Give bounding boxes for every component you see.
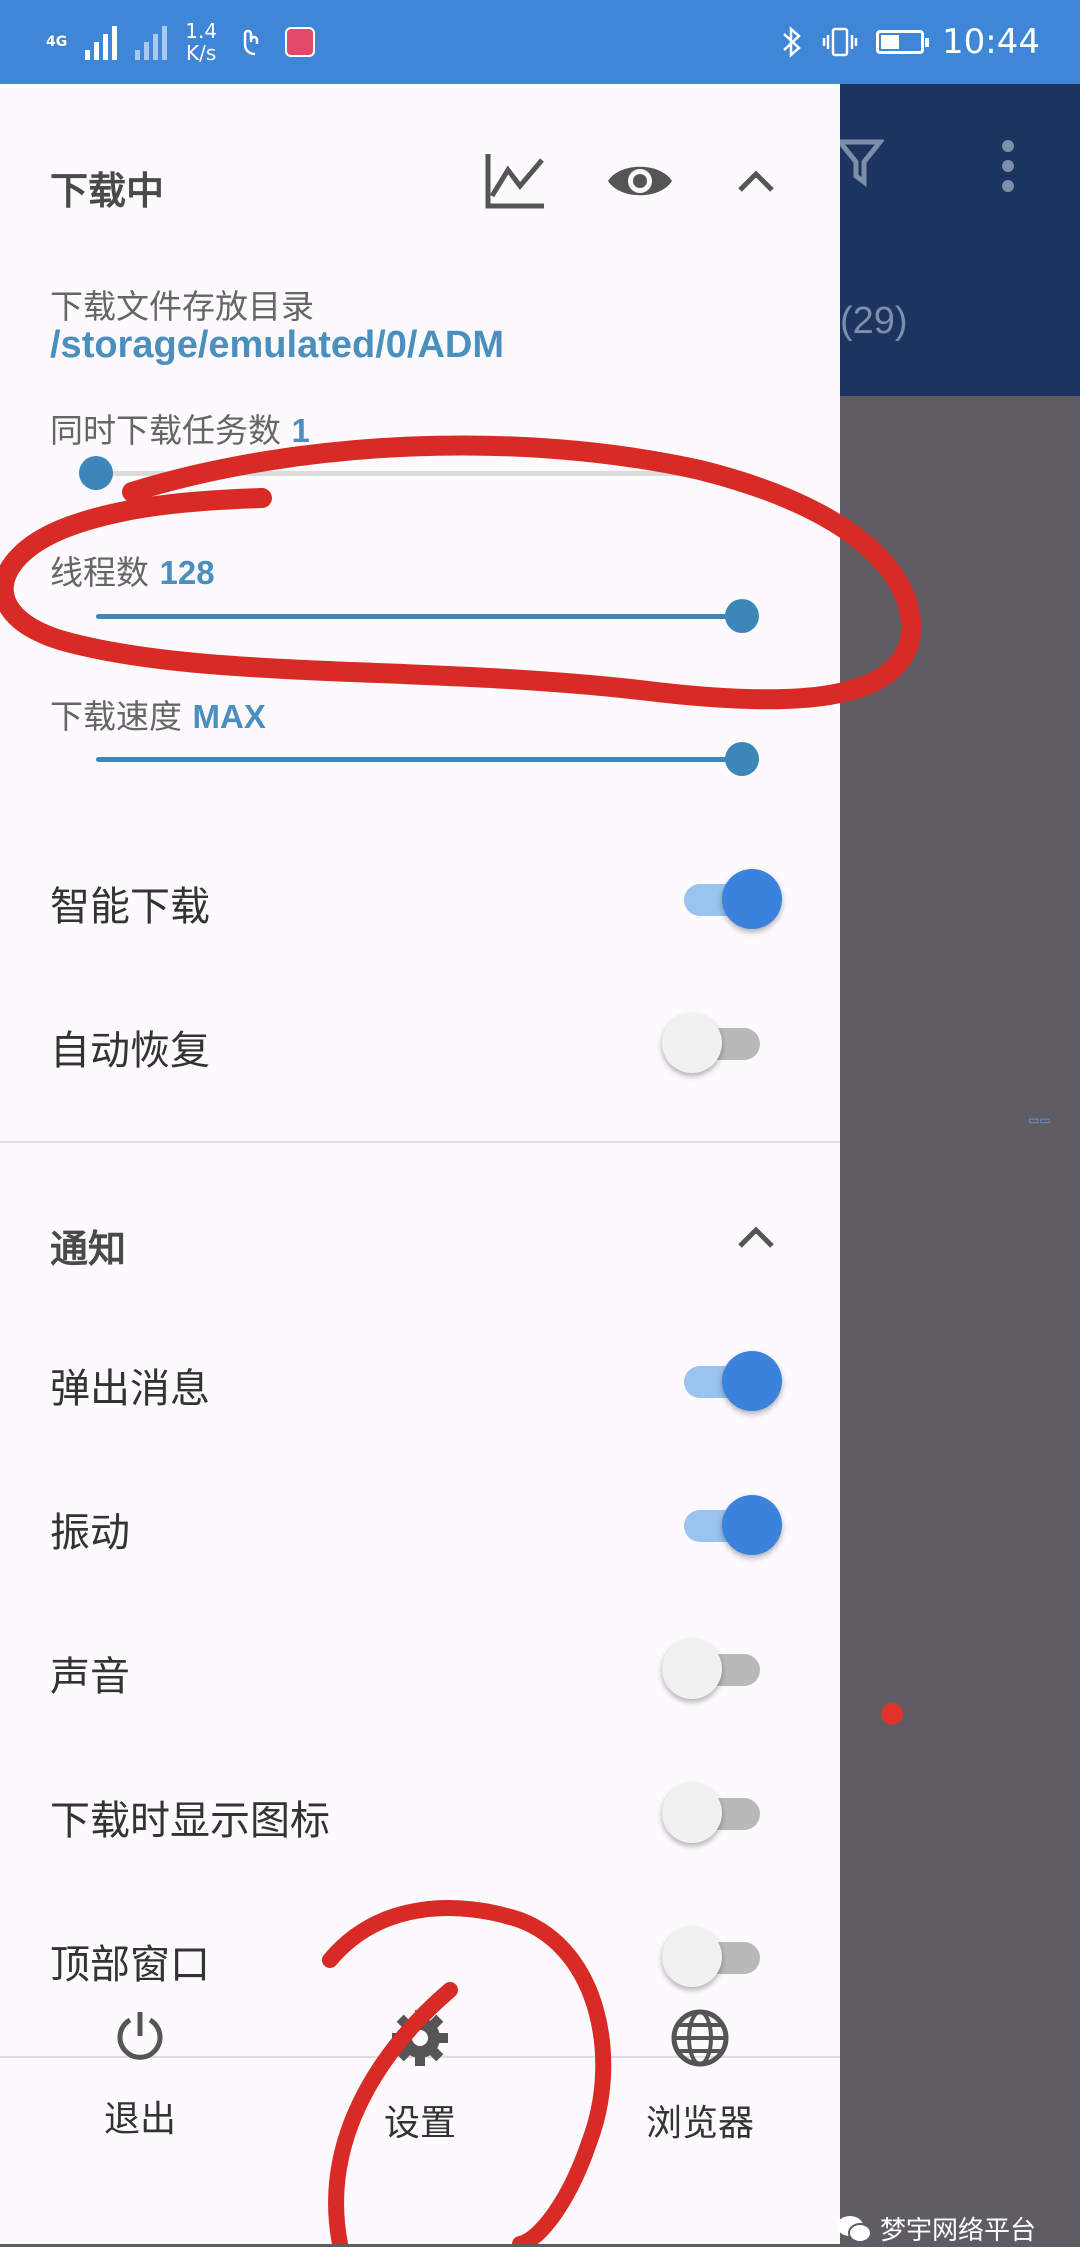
browser-label: 浏览器 bbox=[645, 2103, 754, 2144]
net-speed-unit: K/s bbox=[186, 41, 217, 65]
bottom-nav: 退出 设置 浏览器 bbox=[0, 1974, 840, 2244]
chevron-up-icon[interactable] bbox=[736, 1224, 776, 1250]
chart-icon[interactable] bbox=[484, 150, 548, 210]
watermark-text: 梦宇网络平台 bbox=[880, 2216, 1037, 2246]
red-dot-indicator bbox=[881, 1703, 903, 1725]
concurrent-tasks-label: 同时下载任务数 1 bbox=[50, 404, 310, 452]
settings-drawer: 下载中 下载文件存放目录 /storage/emulated/0/ADM 同时下… bbox=[0, 84, 840, 2244]
exit-button[interactable]: 退出 bbox=[40, 2008, 240, 2142]
slider-thumb[interactable] bbox=[725, 599, 759, 633]
status-right-group: 10:44 bbox=[780, 14, 1040, 70]
show-icon-toggle[interactable] bbox=[662, 1782, 760, 1846]
section-title-downloading: 下载中 bbox=[50, 169, 165, 213]
exit-label: 退出 bbox=[103, 2099, 176, 2140]
status-bar: 4G 1.4 K/s 10:44 bbox=[0, 0, 1080, 84]
storage-dir-label: 下载文件存放目录 bbox=[50, 287, 314, 326]
watermark: 梦宇网络平台 bbox=[836, 2210, 1036, 2247]
settings-label: 设置 bbox=[383, 2103, 456, 2144]
threads-label: 线程数 128 bbox=[50, 546, 215, 594]
underlay-count: (29) bbox=[840, 300, 908, 342]
section-divider bbox=[0, 1141, 840, 1143]
filter-icon[interactable] bbox=[840, 132, 884, 192]
concurrent-tasks-value: 1 bbox=[291, 412, 310, 449]
smart-download-toggle[interactable] bbox=[684, 868, 782, 932]
net-speed: 1.4 K/s bbox=[185, 20, 217, 64]
status-left-group: 4G 1.4 K/s bbox=[46, 14, 316, 70]
net-speed-value: 1.4 bbox=[185, 19, 218, 43]
threads-value: 128 bbox=[159, 554, 215, 591]
concurrent-tasks-slider[interactable] bbox=[79, 454, 742, 494]
tiny-blue-mark: ▭▭ bbox=[1028, 1113, 1051, 1127]
signal-icon bbox=[85, 24, 118, 60]
slider-thumb[interactable] bbox=[725, 742, 759, 776]
bluetooth-icon bbox=[783, 26, 801, 58]
touch-icon bbox=[243, 29, 259, 56]
app-notification-icon bbox=[285, 27, 316, 57]
concurrent-tasks-text: 同时下载任务数 bbox=[50, 411, 281, 450]
vibrate-toggle[interactable] bbox=[684, 1494, 782, 1558]
battery-icon bbox=[876, 30, 930, 54]
wechat-icon bbox=[837, 2215, 872, 2243]
eye-icon[interactable] bbox=[606, 158, 674, 204]
network-type-label: 4G bbox=[46, 34, 68, 50]
sound-toggle[interactable] bbox=[662, 1638, 760, 1702]
show-icon-label: 下载时显示图标 bbox=[50, 1798, 330, 1844]
chevron-up-icon[interactable] bbox=[736, 168, 776, 194]
browser-button[interactable]: 浏览器 bbox=[600, 2008, 800, 2146]
vibrate-label: 振动 bbox=[50, 1510, 130, 1556]
clock: 10:44 bbox=[942, 22, 1040, 62]
popup-message-toggle[interactable] bbox=[684, 1350, 782, 1414]
threads-slider[interactable] bbox=[96, 597, 759, 637]
power-icon bbox=[117, 2012, 163, 2060]
popup-message-label: 弹出消息 bbox=[50, 1366, 210, 1412]
settings-button[interactable]: 设置 bbox=[320, 2008, 520, 2146]
underlay-toolbar bbox=[840, 84, 1080, 396]
section-title-notify: 通知 bbox=[50, 1227, 127, 1271]
vibrate-icon bbox=[822, 27, 858, 57]
speed-value: MAX bbox=[192, 698, 266, 735]
more-vert-icon[interactable] bbox=[996, 140, 1020, 194]
slider-thumb[interactable] bbox=[79, 456, 113, 490]
speed-text: 下载速度 bbox=[50, 697, 182, 736]
gear-icon bbox=[392, 2010, 448, 2066]
threads-text: 线程数 bbox=[50, 553, 149, 592]
signal-no-service-icon bbox=[135, 24, 168, 60]
sound-label: 声音 bbox=[50, 1654, 130, 1700]
speed-slider[interactable] bbox=[96, 740, 759, 780]
auto-resume-toggle[interactable] bbox=[662, 1012, 760, 1076]
storage-path[interactable]: /storage/emulated/0/ADM bbox=[50, 324, 504, 367]
speed-label: 下载速度 MAX bbox=[50, 690, 266, 738]
auto-resume-label: 自动恢复 bbox=[50, 1028, 210, 1074]
globe-icon bbox=[671, 2009, 729, 2067]
smart-download-label: 智能下载 bbox=[50, 884, 210, 930]
